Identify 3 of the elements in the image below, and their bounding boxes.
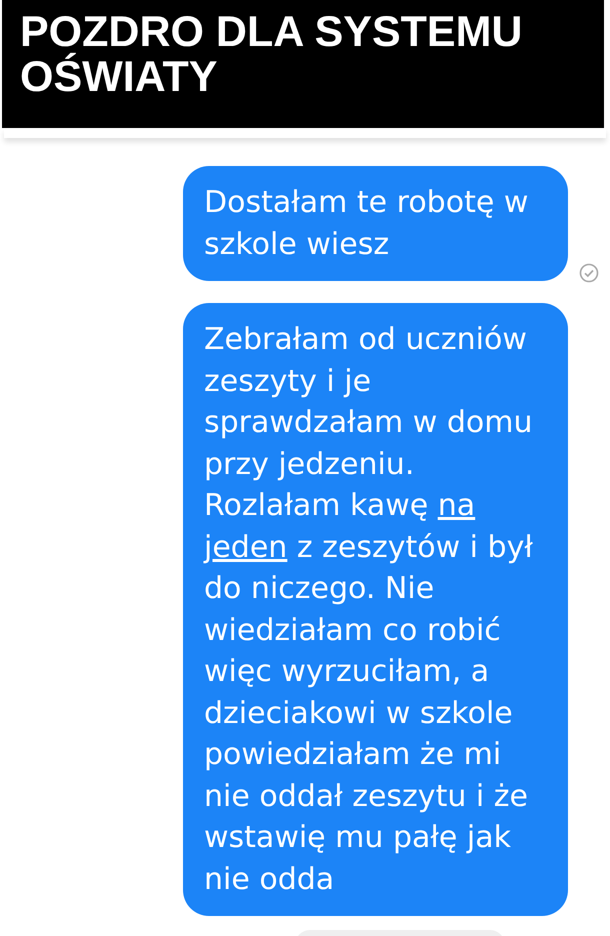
meme-title: POZDRO DLA SYSTEMU OŚWIATY	[20, 10, 524, 100]
message-bubble: Zebrałam od uczniów zeszyty i je sprawdzałam w domu przy jedzeniu. Rozlałam kawę na jeden z zeszytów i był do niczego. Nie wiedziałam co robić więc wyrzuciłam, a dzieciakowi w szkole powiedziałam że mi nie oddał zeszytu i że wstawię mu pałę jak nie odda	[183, 303, 568, 916]
message-bubble: Dostałam te robotę w szkole wiesz	[183, 166, 568, 281]
